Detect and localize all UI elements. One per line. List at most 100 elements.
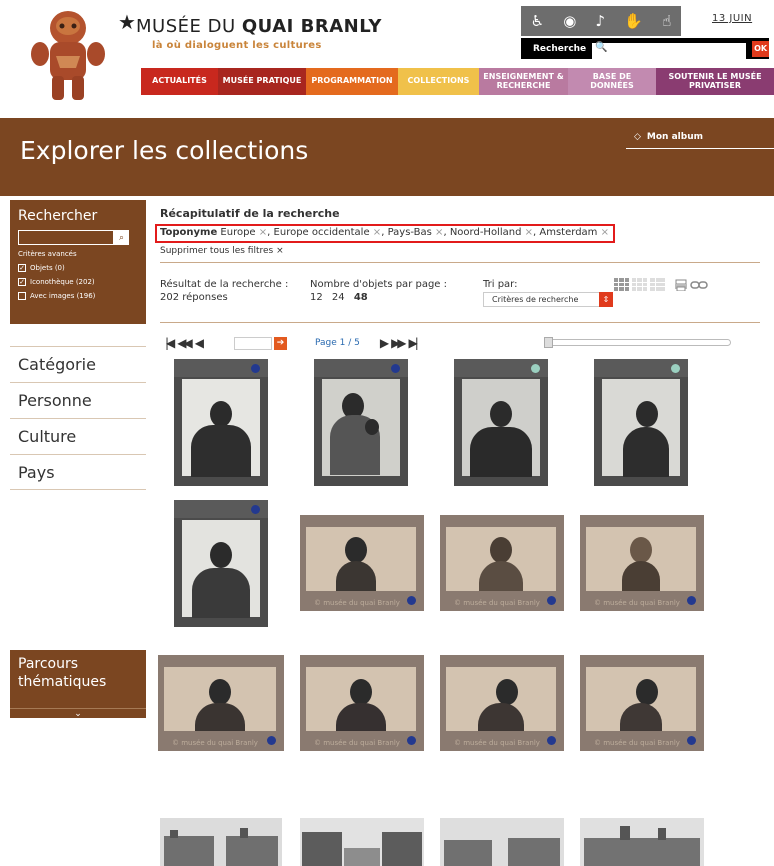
sidebar-search-panel: Rechercher ⌕ Critères avancés ✓ Objets (0… bbox=[10, 200, 146, 324]
facet-culture[interactable]: Culture bbox=[10, 418, 146, 454]
result-thumb[interactable] bbox=[454, 359, 548, 486]
hand-icon[interactable]: ✋ bbox=[624, 12, 643, 30]
checkbox-iconotheque[interactable]: ✓ bbox=[18, 278, 26, 286]
watermark: © musée du quai Branly bbox=[314, 599, 400, 607]
status-dot bbox=[547, 596, 556, 605]
per-page-12[interactable]: 12 bbox=[310, 292, 323, 303]
remove-filter-icon[interactable]: × bbox=[373, 227, 381, 238]
print-icon[interactable] bbox=[674, 279, 688, 291]
result-thumb[interactable] bbox=[440, 818, 564, 866]
search-input[interactable] bbox=[592, 42, 747, 59]
remove-filter-icon[interactable]: × bbox=[525, 227, 533, 238]
status-dot bbox=[251, 505, 260, 514]
rewind-icon[interactable]: ◀◀ bbox=[177, 336, 193, 350]
next-page-icon[interactable]: ▶ bbox=[380, 336, 389, 350]
clear-all-filters-link[interactable]: Supprimer tous les filtres × bbox=[160, 246, 284, 256]
result-thumb[interactable]: © musée du quai Branly bbox=[158, 655, 284, 751]
filter-chip-label: Europe occidentale bbox=[273, 227, 370, 238]
result-thumb[interactable] bbox=[314, 359, 408, 486]
sort-select[interactable]: Critères de recherche ⇕ bbox=[483, 292, 613, 307]
result-thumb[interactable]: © musée du quai Branly bbox=[440, 655, 564, 751]
per-page-48[interactable]: 48 bbox=[354, 292, 368, 303]
parcours-thematiques-panel[interactable]: Parcours thématiques ⌄ bbox=[10, 650, 146, 719]
result-thumb[interactable] bbox=[594, 359, 688, 486]
date-link[interactable]: 13 JUIN bbox=[712, 13, 752, 24]
page-label: Page 1 / 5 bbox=[314, 338, 360, 348]
nav-musee-pratique[interactable]: MUSÉE PRATIQUE bbox=[218, 68, 306, 95]
slider-thumb[interactable] bbox=[544, 337, 553, 348]
filter-chip-europe-occidentale[interactable]: Europe occidentale ×, bbox=[274, 227, 385, 238]
nav-soutenir-privatiser[interactable]: SOUTENIR LE MUSÉE PRIVATISER bbox=[656, 68, 774, 95]
page-go-button[interactable]: ➔ bbox=[273, 336, 287, 350]
prev-page-icon[interactable]: ◀ bbox=[195, 336, 204, 350]
facet-categorie[interactable]: Catégorie bbox=[10, 346, 146, 382]
status-dot bbox=[687, 596, 696, 605]
result-thumb[interactable]: © musée du quai Branly bbox=[300, 655, 424, 751]
remove-filter-icon[interactable]: × bbox=[435, 227, 443, 238]
status-dot bbox=[531, 364, 540, 373]
status-dot bbox=[547, 736, 556, 745]
sidebar-search-button[interactable]: ⌕ bbox=[114, 230, 129, 245]
remove-filter-icon[interactable]: × bbox=[601, 227, 609, 238]
filter-avec-images-label: Avec images (196) bbox=[30, 292, 96, 300]
remove-filter-icon[interactable]: × bbox=[259, 227, 267, 238]
checkbox-avec-images[interactable] bbox=[18, 292, 26, 300]
nav-collections[interactable]: COLLECTIONS bbox=[398, 68, 479, 95]
parcours-line1: Parcours bbox=[18, 656, 79, 672]
checkbox-objets[interactable]: ✓ bbox=[18, 264, 26, 272]
result-thumb[interactable]: © musée du quai Branly bbox=[440, 515, 564, 611]
last-page-icon[interactable]: ▶| bbox=[409, 336, 419, 350]
filter-chip-label: Amsterdam bbox=[539, 227, 598, 238]
brand-title[interactable]: MUSÉE DU QUAI BRANLY bbox=[136, 16, 382, 37]
sidebar-search-input[interactable] bbox=[18, 230, 114, 245]
eye-icon[interactable]: ◉ bbox=[563, 12, 576, 30]
filter-chip-pays-bas[interactable]: Pays-Bas ×, bbox=[388, 227, 447, 238]
per-page-24[interactable]: 24 bbox=[332, 292, 345, 303]
filter-chip-europe[interactable]: Europe ×, bbox=[220, 227, 270, 238]
page-number-input[interactable] bbox=[233, 336, 272, 350]
facet-personne[interactable]: Personne bbox=[10, 382, 146, 418]
result-thumb[interactable] bbox=[300, 818, 424, 866]
result-thumb[interactable] bbox=[160, 818, 282, 866]
street-photo bbox=[300, 818, 424, 866]
first-page-icon[interactable]: |◀ bbox=[165, 336, 175, 350]
zoom-slider[interactable] bbox=[544, 337, 731, 348]
grid-medium-view-icon[interactable] bbox=[632, 278, 647, 291]
ear-icon[interactable]: ♪ bbox=[596, 12, 606, 30]
wheelchair-icon[interactable]: ♿ bbox=[531, 12, 544, 30]
my-album-link[interactable]: ◇ Mon album bbox=[626, 132, 774, 149]
nav-base-de-donnees[interactable]: BASE DE DONNÉES bbox=[568, 68, 656, 95]
sign-language-icon[interactable]: ☝ bbox=[662, 12, 671, 30]
nav-enseignement-recherche[interactable]: ENSEIGNEMENT & RECHERCHE bbox=[479, 68, 568, 95]
result-thumb[interactable] bbox=[174, 500, 268, 627]
accessibility-bar: ♿ ◉ ♪ ✋ ☝ bbox=[521, 6, 681, 36]
grid-large-view-icon[interactable] bbox=[614, 278, 629, 291]
museum-logo-statue[interactable] bbox=[28, 6, 108, 106]
filter-chip-label: Noord-Holland bbox=[449, 227, 522, 238]
nav-programmation[interactable]: PROGRAMMATION bbox=[306, 68, 398, 95]
filter-objets[interactable]: ✓ Objets (0) bbox=[18, 264, 138, 272]
result-thumb[interactable]: © musée du quai Branly bbox=[580, 515, 704, 611]
result-thumb[interactable]: © musée du quai Branly bbox=[580, 655, 704, 751]
chevron-down-icon[interactable]: ⌄ bbox=[10, 708, 146, 719]
sidebar-search-title: Rechercher bbox=[18, 208, 98, 224]
facet-pays[interactable]: Pays bbox=[10, 454, 146, 490]
result-thumb[interactable]: © musée du quai Branly bbox=[300, 515, 424, 611]
divider bbox=[160, 322, 760, 323]
advanced-criteria-link[interactable]: Critères avancés bbox=[18, 250, 138, 258]
search-label: Recherche bbox=[533, 43, 587, 54]
link-icon[interactable] bbox=[690, 280, 708, 290]
forward-icon[interactable]: ▶▶ bbox=[391, 336, 407, 350]
nav-actualites[interactable]: ACTUALITÉS bbox=[141, 68, 218, 95]
list-view-icon[interactable] bbox=[650, 278, 665, 291]
status-dot bbox=[407, 736, 416, 745]
result-thumb[interactable] bbox=[580, 818, 704, 866]
search-ok-button[interactable]: OK bbox=[752, 40, 769, 57]
filter-avec-images[interactable]: Avec images (196) bbox=[18, 292, 138, 300]
filter-chip-noord-holland[interactable]: Noord-Holland ×, bbox=[450, 227, 536, 238]
filter-chip-amsterdam[interactable]: Amsterdam × bbox=[539, 227, 609, 238]
filter-iconotheque[interactable]: ✓ Iconothèque (202) bbox=[18, 278, 138, 286]
result-thumb[interactable] bbox=[174, 359, 268, 486]
street-photo bbox=[580, 818, 704, 866]
select-arrow-icon[interactable]: ⇕ bbox=[599, 292, 613, 307]
